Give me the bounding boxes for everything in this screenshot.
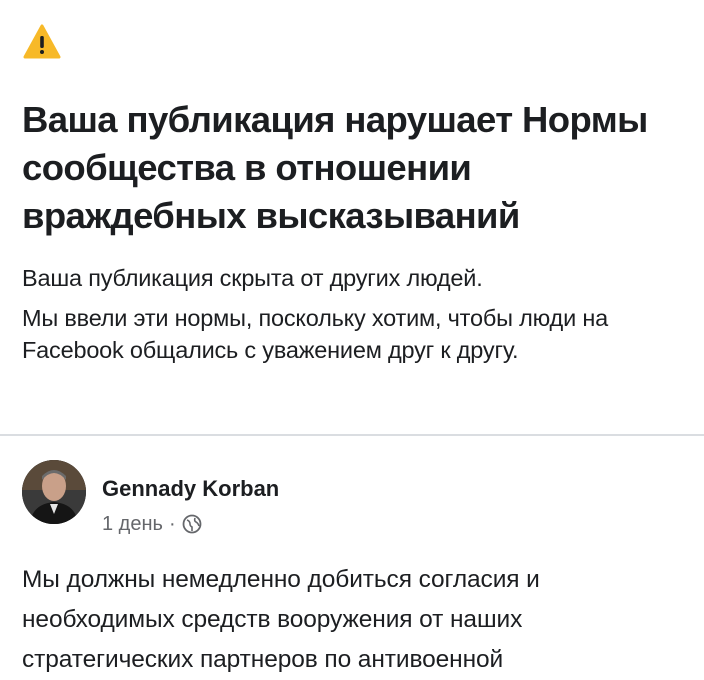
avatar-photo (22, 460, 86, 524)
meta-separator: · (168, 513, 176, 535)
notice-title: Ваша публикация нарушает Нормы сообществ… (22, 99, 648, 236)
violation-notice: Ваша публикация нарушает Нормы сообществ… (22, 22, 692, 366)
notice-hidden-message: Ваша публикация скрыта от других людей. (22, 265, 483, 291)
post-meta: 1 день · (102, 512, 202, 536)
post-text: Мы должны немедленно добиться согласия и… (22, 566, 540, 673)
author-name[interactable]: Gennady Korban (102, 476, 279, 502)
avatar[interactable] (22, 460, 86, 524)
post-header: Gennady Korban 1 день · (22, 460, 682, 535)
warning-icon (23, 24, 61, 59)
notice-explanation: Мы ввели эти нормы, поскольку хотим, что… (22, 305, 608, 363)
globe-icon[interactable] (182, 514, 202, 534)
post-time[interactable]: 1 день (102, 512, 163, 536)
divider (0, 434, 704, 436)
